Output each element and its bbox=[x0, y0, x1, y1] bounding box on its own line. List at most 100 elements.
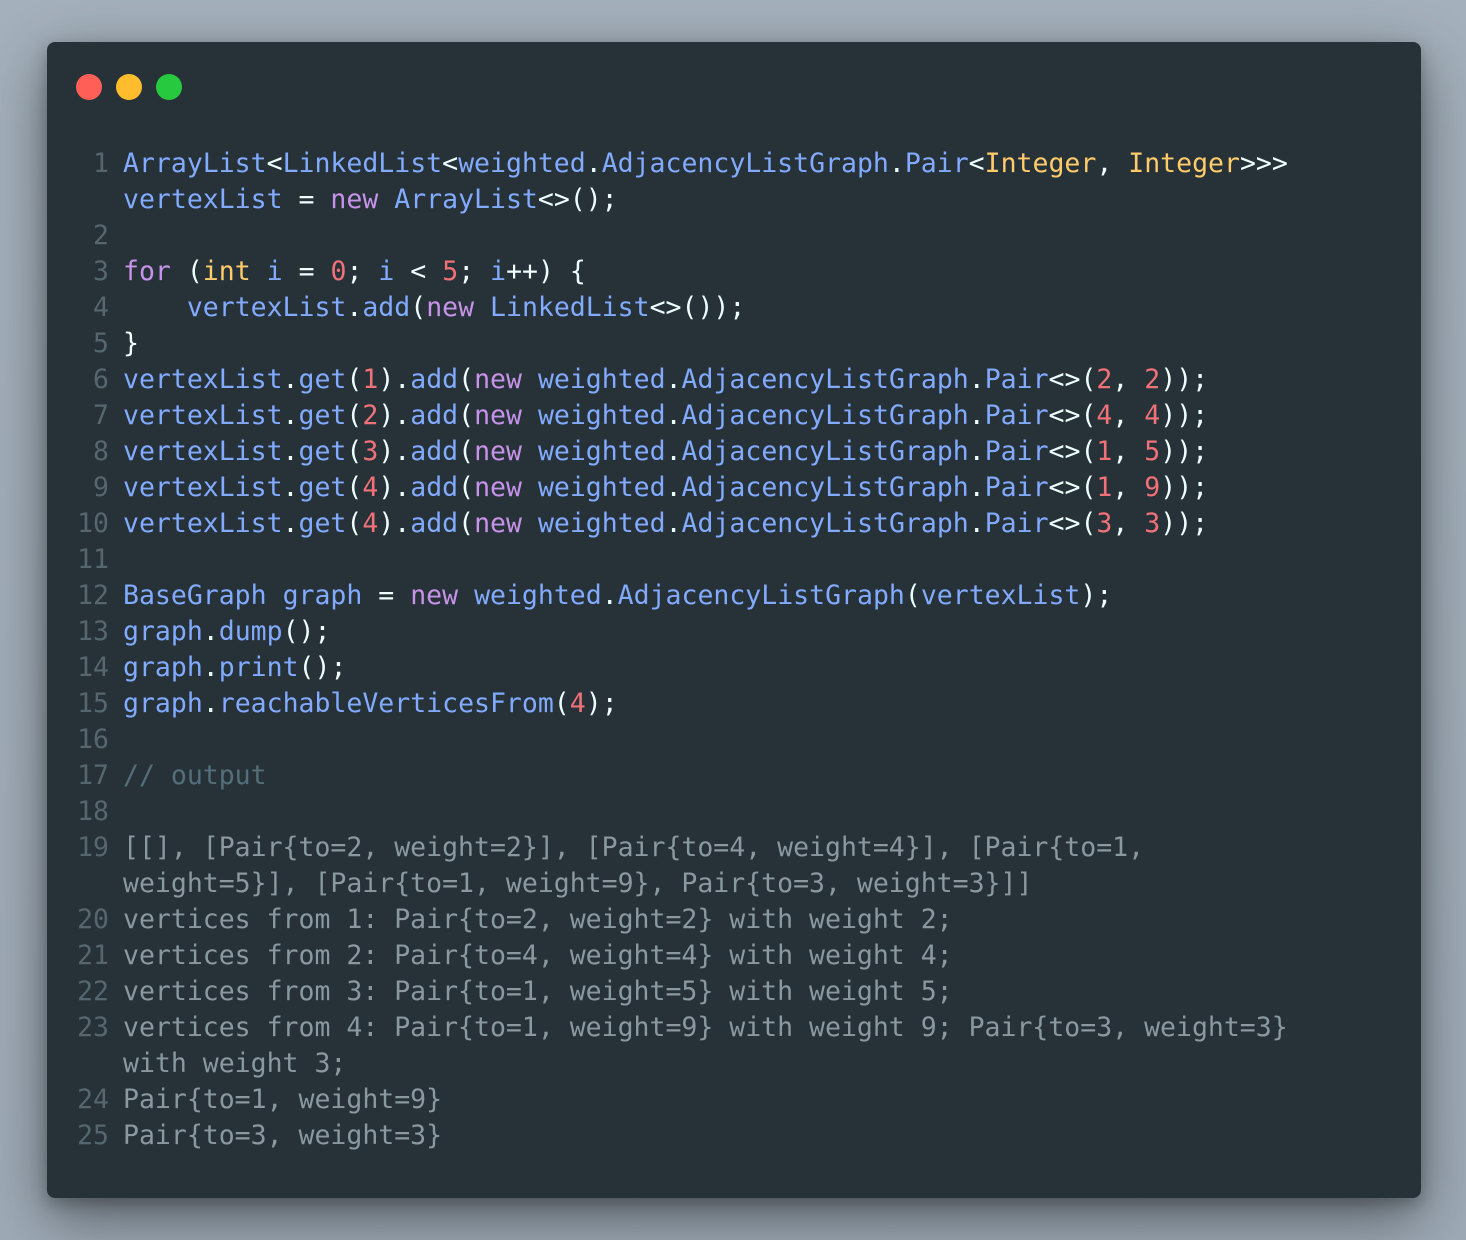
code-line: 3 for (int i = 0; i < 5; i++) { bbox=[47, 254, 1421, 290]
code-token: LinkedList bbox=[490, 292, 650, 323]
code-token: print bbox=[218, 652, 299, 683]
code-token: . bbox=[968, 436, 985, 467]
code-token: ( bbox=[410, 292, 427, 323]
code-token: (); bbox=[282, 616, 331, 647]
code-token: weighted bbox=[474, 580, 602, 611]
code-line: 9 vertexList.get(4).add(new weighted.Adja… bbox=[47, 470, 1421, 506]
code-token: Pair bbox=[984, 400, 1049, 431]
window-controls bbox=[76, 74, 182, 100]
code-text: } bbox=[123, 326, 139, 362]
code-token: 5 bbox=[442, 256, 459, 287]
maximize-button[interactable] bbox=[156, 74, 182, 100]
code-token: . bbox=[282, 436, 299, 467]
minimize-button[interactable] bbox=[116, 74, 142, 100]
code-text: vertexList.get(4).add(new weighted.Adjac… bbox=[123, 506, 1208, 542]
code-token: )); bbox=[1160, 472, 1209, 503]
code-token: graph bbox=[123, 652, 203, 683]
code-text: graph.print(); bbox=[123, 650, 346, 686]
code-token: ); bbox=[1080, 580, 1113, 611]
code-token: ( bbox=[458, 472, 475, 503]
code-token: 3 bbox=[1144, 508, 1161, 539]
code-line: 25 Pair{to=3, weight=3} bbox=[47, 1118, 1421, 1154]
code-line: 6 vertexList.get(1).add(new weighted.Adja… bbox=[47, 362, 1421, 398]
line-number: 25 bbox=[77, 1120, 109, 1151]
code-token: < bbox=[394, 256, 443, 287]
code-text: vertexList.get(1).add(new weighted.Adjac… bbox=[123, 362, 1208, 398]
line-number: 9 bbox=[93, 472, 109, 503]
code-token: . bbox=[202, 688, 219, 719]
code-token: 2 bbox=[362, 400, 379, 431]
code-token: ). bbox=[378, 436, 411, 467]
close-button[interactable] bbox=[76, 74, 102, 100]
code-text: vertices from 3: Pair{to=1, weight=5} wi… bbox=[123, 974, 953, 1010]
code-token: vertices from 2: Pair{to=4, weight=4} wi… bbox=[123, 940, 953, 971]
code-line: with weight 3; bbox=[47, 1046, 1421, 1082]
code-token: get bbox=[298, 508, 347, 539]
code-token: . bbox=[202, 652, 219, 683]
code-token: get bbox=[298, 364, 347, 395]
code-token: 3 bbox=[1096, 508, 1113, 539]
code-token: weighted bbox=[537, 400, 666, 431]
code-token: ArrayList bbox=[394, 184, 538, 215]
code-token: ++) { bbox=[506, 256, 586, 287]
code-line: 5} bbox=[47, 326, 1421, 362]
code-token: . bbox=[282, 400, 299, 431]
code-token: ; bbox=[346, 256, 379, 287]
code-line: weight=5}], [Pair{to=1, weight=9}, Pair{… bbox=[47, 866, 1421, 902]
code-token: for bbox=[123, 256, 171, 287]
code-token: 1 bbox=[362, 364, 379, 395]
code-token: weighted bbox=[537, 508, 666, 539]
code-token: )); bbox=[1160, 364, 1209, 395]
code-line: 1 ArrayList<LinkedList<weighted.Adjacency… bbox=[47, 146, 1421, 182]
code-line: 23 vertices from 4: Pair{to=1, weight=9} … bbox=[47, 1010, 1421, 1046]
code-token: AdjacencyListGraph bbox=[681, 436, 969, 467]
code-token: 9 bbox=[1144, 472, 1161, 503]
code-token: Pair bbox=[984, 508, 1049, 539]
line-number: 19 bbox=[77, 832, 109, 863]
code-line: 4 vertexList.add(new LinkedList<>()); bbox=[47, 290, 1421, 326]
line-number: 10 bbox=[77, 508, 109, 539]
code-token: graph bbox=[282, 580, 363, 611]
line-number: 14 bbox=[77, 652, 109, 683]
code-token: <>( bbox=[1048, 436, 1097, 467]
code-editor[interactable]: 1 ArrayList<LinkedList<weighted.Adjacency… bbox=[47, 146, 1421, 1154]
line-number: 12 bbox=[77, 580, 109, 611]
code-token: new bbox=[474, 400, 522, 431]
code-text: Pair{to=1, weight=9} bbox=[123, 1082, 442, 1118]
code-token: 2 bbox=[1144, 364, 1161, 395]
code-window: 1 ArrayList<LinkedList<weighted.Adjacency… bbox=[47, 42, 1421, 1198]
code-text: graph.reachableVerticesFrom(4); bbox=[123, 686, 618, 722]
code-token: AdjacencyListGraph bbox=[681, 508, 969, 539]
code-token: new bbox=[330, 184, 379, 215]
code-token: 4 bbox=[569, 688, 586, 719]
code-token: <>( bbox=[1048, 508, 1097, 539]
code-token: ; bbox=[458, 256, 491, 287]
code-token: add bbox=[410, 364, 459, 395]
code-token: >>> bbox=[1239, 148, 1288, 179]
line-number: 13 bbox=[77, 616, 109, 647]
line-number: 18 bbox=[77, 796, 109, 827]
code-token: Pair bbox=[984, 472, 1049, 503]
line-number: 16 bbox=[77, 724, 109, 755]
code-text: vertexList = new ArrayList<>(); bbox=[123, 182, 618, 218]
code-token: weighted bbox=[537, 472, 666, 503]
code-line: 16 bbox=[47, 722, 1421, 758]
code-token: ). bbox=[378, 400, 411, 431]
code-token: 5 bbox=[1144, 436, 1161, 467]
code-token: vertexList bbox=[123, 364, 283, 395]
code-token: LinkedList bbox=[282, 148, 443, 179]
code-text: vertices from 4: Pair{to=1, weight=9} wi… bbox=[123, 1010, 1288, 1046]
line-number: 23 bbox=[77, 1012, 109, 1043]
code-token: , bbox=[1112, 472, 1145, 503]
code-token: get bbox=[298, 472, 347, 503]
code-token: ( bbox=[458, 508, 475, 539]
code-line: 12 BaseGraph graph = new weighted.Adjacen… bbox=[47, 578, 1421, 614]
code-token: . bbox=[665, 400, 682, 431]
